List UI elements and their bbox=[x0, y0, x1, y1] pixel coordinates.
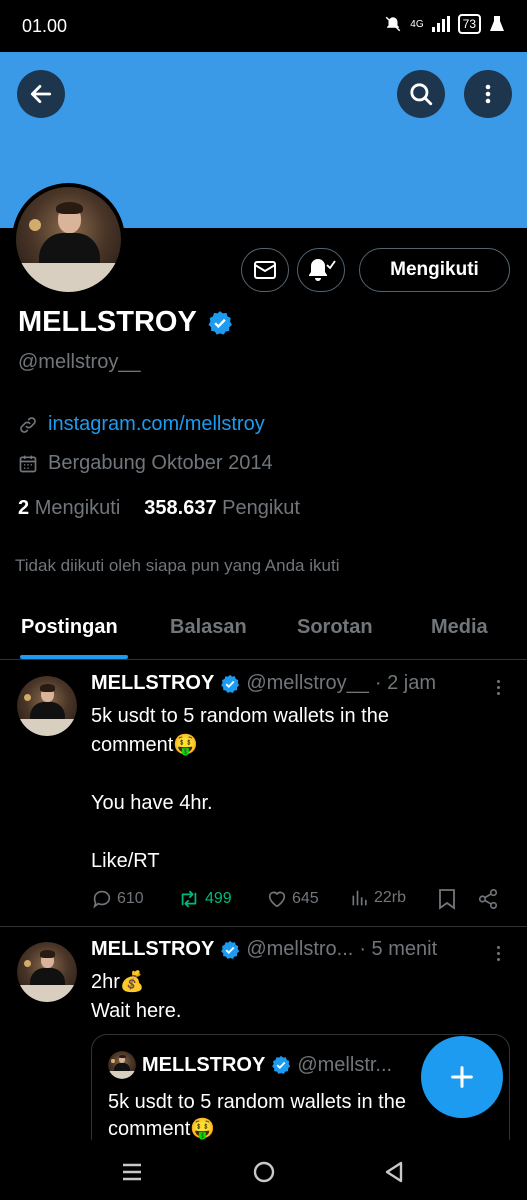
quoted-author-handle: @mellstr... bbox=[297, 1053, 393, 1076]
following-button[interactable]: Mengikuti bbox=[359, 248, 510, 292]
tweet-avatar[interactable] bbox=[17, 942, 77, 1002]
tweet-more-button[interactable] bbox=[488, 680, 508, 700]
tab-posts[interactable]: Postingan bbox=[21, 616, 118, 639]
tab-media[interactable]: Media bbox=[431, 616, 488, 639]
bookmark-button[interactable] bbox=[437, 888, 457, 910]
search-icon bbox=[410, 83, 433, 106]
calendar-icon bbox=[19, 455, 37, 472]
quoted-tweet-text: 5k usdt to 5 random wallets in the comme… bbox=[108, 1091, 406, 1140]
views-button[interactable]: 22rb bbox=[350, 888, 406, 908]
tweet-text: 5k usdt to 5 random wallets in the comme… bbox=[91, 705, 389, 872]
tab-replies[interactable]: Balasan bbox=[170, 616, 247, 639]
link-icon bbox=[20, 416, 36, 433]
arrow-left-icon bbox=[30, 85, 52, 103]
share-icon bbox=[478, 889, 498, 909]
tweet-more-button[interactable] bbox=[488, 946, 508, 966]
tweet-time: · 2 jam bbox=[374, 672, 437, 694]
view-count: 22rb bbox=[374, 889, 407, 906]
bookmark-icon bbox=[439, 889, 455, 910]
recent-apps-button[interactable] bbox=[118, 1158, 146, 1186]
profile-tabs: Postingan Balasan Sorotan Media bbox=[0, 600, 527, 660]
verified-badge-icon bbox=[221, 674, 240, 693]
more-options-button[interactable] bbox=[464, 70, 512, 118]
quoted-author-name: MELLSTROY bbox=[142, 1053, 266, 1076]
flask-icon bbox=[490, 16, 504, 31]
home-button[interactable] bbox=[250, 1158, 278, 1186]
profile-name-text: MELLSTROY bbox=[18, 306, 197, 338]
tweet-author-handle[interactable]: @mellstro... bbox=[246, 938, 353, 961]
tweet-author-name[interactable]: MELLSTROY bbox=[91, 672, 214, 695]
plus-icon bbox=[451, 1066, 473, 1088]
following-count: 2 bbox=[18, 497, 30, 519]
following-stat[interactable]: 2 Mengikuti bbox=[18, 497, 120, 520]
tweet-author-name[interactable]: MELLSTROY bbox=[91, 938, 214, 961]
bell-subscribed-icon bbox=[309, 259, 336, 281]
tweet-author-handle[interactable]: @mellstroy__ bbox=[246, 672, 369, 695]
avatar-photo bbox=[16, 187, 121, 292]
reply-button[interactable]: 610 bbox=[91, 888, 144, 910]
profile-joined: Bergabung Oktober 2014 bbox=[18, 452, 273, 475]
tweet-header: MELLSTROY @mellstro... · 5 menit bbox=[91, 938, 437, 961]
followers-count: 358.637 bbox=[144, 497, 217, 519]
mail-icon bbox=[254, 261, 276, 279]
profile-website-link[interactable]: instagram.com/mellstroy bbox=[18, 413, 265, 436]
status-bar: 01.00 4G 73 bbox=[0, 0, 527, 52]
retweet-icon bbox=[181, 890, 197, 908]
message-button[interactable] bbox=[241, 248, 289, 292]
followers-stat[interactable]: 358.637 Pengikut bbox=[144, 497, 300, 520]
active-tab-indicator bbox=[20, 655, 128, 659]
tweet-avatar[interactable] bbox=[17, 676, 77, 736]
tweet-time: · 5 menit bbox=[359, 938, 438, 960]
followers-label: Pengikut bbox=[222, 497, 300, 519]
tab-highlights[interactable]: Sorotan bbox=[297, 616, 373, 639]
joined-text: Bergabung Oktober 2014 bbox=[48, 452, 273, 474]
quoted-tweet-header: MELLSTROY @mellstr... bbox=[108, 1051, 392, 1079]
reply-count: 610 bbox=[117, 890, 144, 907]
reply-icon bbox=[93, 890, 111, 909]
heart-icon bbox=[268, 891, 286, 908]
verified-badge-icon bbox=[221, 940, 240, 959]
status-icons: 4G 73 bbox=[384, 14, 505, 34]
like-button[interactable]: 645 bbox=[266, 888, 319, 910]
tweet-text: 2hr💰 Wait here. bbox=[91, 971, 182, 1022]
search-button[interactable] bbox=[397, 70, 445, 118]
verified-badge-icon bbox=[272, 1055, 291, 1074]
profile-stats: 2 Mengikuti 358.637 Pengikut bbox=[18, 497, 300, 520]
quoted-tweet-avatar bbox=[108, 1051, 136, 1079]
link-text[interactable]: instagram.com/mellstroy bbox=[48, 413, 265, 436]
retweet-count: 499 bbox=[205, 890, 232, 907]
tweet-divider bbox=[0, 926, 527, 927]
profile-name: MELLSTROY bbox=[18, 306, 233, 339]
back-triangle-icon bbox=[385, 1161, 403, 1183]
mute-notification-icon bbox=[386, 16, 401, 32]
more-vertical-icon bbox=[485, 84, 491, 104]
followers-you-know-note: Tidak diikuti oleh siapa pun yang Anda i… bbox=[15, 556, 340, 575]
battery-icon: 73 bbox=[457, 14, 481, 34]
verified-badge-icon[interactable] bbox=[207, 310, 233, 336]
signal-icon bbox=[431, 16, 450, 32]
profile-handle: @mellstroy__ bbox=[18, 351, 141, 373]
profile-avatar[interactable] bbox=[12, 183, 125, 296]
like-count: 645 bbox=[292, 890, 319, 907]
compose-button[interactable] bbox=[421, 1036, 503, 1118]
retweet-button[interactable]: 499 bbox=[177, 888, 232, 910]
battery-level: 73 bbox=[462, 17, 476, 31]
network-label: 4G bbox=[410, 18, 424, 30]
tweet-header: MELLSTROY @mellstroy__ · 2 jam bbox=[91, 672, 436, 695]
home-circle-icon bbox=[253, 1161, 275, 1183]
back-button[interactable] bbox=[17, 70, 65, 118]
share-button[interactable] bbox=[477, 888, 499, 910]
tweet-actions: 610 499 645 22rb bbox=[91, 888, 511, 916]
views-chart-icon bbox=[352, 890, 367, 906]
system-navigation-bar bbox=[0, 1140, 527, 1200]
following-label: Mengikuti bbox=[34, 497, 121, 519]
system-back-button[interactable] bbox=[380, 1158, 408, 1186]
status-time: 01.00 bbox=[22, 16, 68, 36]
notifications-button[interactable] bbox=[297, 248, 345, 292]
menu-lines-icon bbox=[123, 1163, 141, 1181]
